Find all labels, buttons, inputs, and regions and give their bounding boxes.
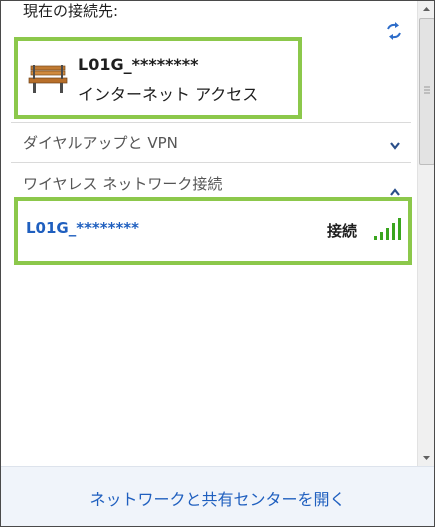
bench-icon <box>28 59 68 95</box>
divider <box>11 122 411 123</box>
scrollbar[interactable] <box>417 1 434 466</box>
chevron-down-icon[interactable] <box>389 136 401 150</box>
connection-name: L01G_******** <box>78 55 199 74</box>
connection-status: インターネット アクセス <box>78 85 259 104</box>
network-status: 接続 <box>327 222 358 240</box>
divider <box>11 162 411 163</box>
footer: ネットワークと共有センターを開く <box>1 466 434 526</box>
section-wireless[interactable]: ワイヤレス ネットワーク接続 <box>23 173 222 194</box>
scroll-up-arrow-icon[interactable] <box>418 1 434 18</box>
signal-strength-icon <box>373 217 403 241</box>
refresh-icon[interactable] <box>384 22 404 40</box>
scrollbar-thumb[interactable] <box>419 18 434 165</box>
scroll-down-arrow-icon[interactable] <box>418 449 434 466</box>
chevron-up-icon[interactable] <box>389 182 401 196</box>
section-dialup-vpn[interactable]: ダイヤルアップと VPN <box>23 132 178 153</box>
network-flyout: 現在の接続先: L01G_******** インターネット アクセス ダイヤルア… <box>0 0 435 527</box>
current-connection-header: 現在の接続先: <box>23 2 119 20</box>
open-network-center-link[interactable]: ネットワークと共有センターを開く <box>1 486 434 510</box>
network-list-area: 現在の接続先: L01G_******** インターネット アクセス ダイヤルア… <box>1 1 416 466</box>
wifi-network-item[interactable]: L01G_******** 接続 <box>14 197 412 265</box>
network-name: L01G_******** <box>26 219 139 237</box>
current-connection[interactable]: L01G_******** インターネット アクセス <box>14 37 302 119</box>
